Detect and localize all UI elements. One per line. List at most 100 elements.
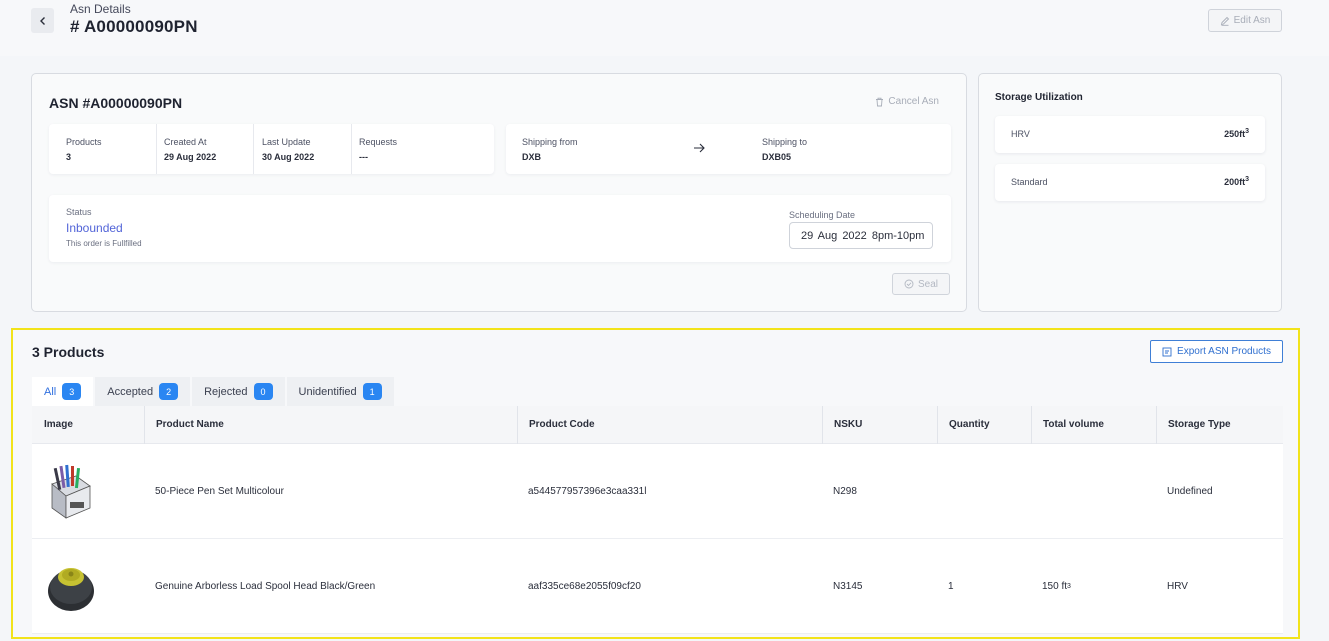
tab-all[interactable]: All 3: [32, 377, 94, 406]
shipping-box: Shipping from DXB Shipping to DXB05: [506, 124, 951, 174]
info-last-update: Last Update 30 Aug 2022: [253, 124, 314, 174]
storage-item-hrv: HRV 250ft3: [995, 116, 1265, 153]
info-value: 29 Aug 2022: [164, 152, 217, 162]
info-label: Last Update: [262, 137, 311, 147]
product-code: aaf335ce68e2055f09cf20: [528, 581, 641, 592]
storage-item-unit-power: 3: [1245, 128, 1249, 135]
back-button[interactable]: [31, 8, 54, 33]
tab-unidentified[interactable]: Unidentified 1: [286, 377, 394, 406]
status-label: Status: [66, 207, 92, 217]
info-label: Requests: [359, 137, 398, 147]
product-volume: 150 ft 3: [1042, 539, 1071, 634]
asn-card: ASN #A00000090PN Cancel Asn Products 3 C…: [31, 73, 967, 312]
product-name: 50-Piece Pen Set Multicolour: [155, 486, 284, 497]
arrow-right-icon: [694, 143, 705, 153]
column-header-nsku: NSKU: [822, 406, 862, 444]
product-tabs: All 3 Accepted 2 Rejected 0 Unidentified…: [32, 377, 394, 406]
table-row[interactable]: Genuine Arborless Load Spool Head Black/…: [32, 539, 1283, 634]
info-products: Products 3: [66, 124, 102, 174]
product-storage-type: Undefined: [1167, 486, 1213, 497]
product-image: [46, 444, 96, 539]
count-badge: 0: [253, 383, 273, 400]
count-badge: 2: [159, 383, 179, 400]
seal-button[interactable]: Seal: [892, 273, 950, 295]
products-title: 3 Products: [32, 344, 105, 360]
status-note: This order is Fullfilled: [66, 239, 142, 248]
table-header: Image Product Name Product Code NSKU Qua…: [32, 406, 1283, 444]
status-box: Status Inbounded This order is Fullfille…: [49, 195, 951, 262]
count-badge: 1: [362, 383, 382, 400]
pencil-icon: [1220, 16, 1229, 26]
column-header-product-name: Product Name: [144, 406, 224, 444]
cancel-asn-label: Cancel Asn: [888, 96, 939, 107]
column-header-product-code: Product Code: [517, 406, 595, 444]
shipping-from: Shipping from DXB: [522, 124, 578, 174]
check-circle-icon: [904, 279, 914, 289]
asn-title: ASN #A00000090PN: [49, 95, 183, 111]
storage-item-amount: 250ft: [1224, 129, 1246, 139]
shipping-to-value: DXB05: [762, 152, 792, 162]
export-icon: [1162, 347, 1172, 356]
cancel-asn-button[interactable]: Cancel Asn: [875, 96, 939, 107]
storage-item-name: Standard: [1011, 177, 1048, 187]
product-code: a544577957396e3caa331l: [528, 486, 647, 497]
storage-item-value: 250ft3: [1224, 128, 1249, 139]
shipping-to: Shipping to DXB05: [762, 124, 807, 174]
product-volume-unit-power: 3: [1067, 583, 1071, 590]
storage-utilization-card: Storage Utilization HRV 250ft3 Standard …: [978, 73, 1282, 312]
storage-title: Storage Utilization: [995, 92, 1083, 103]
tab-label: Unidentified: [298, 385, 357, 398]
export-asn-products-button[interactable]: Export ASN Products: [1150, 340, 1283, 363]
page-title: # A00000090PN: [70, 17, 198, 36]
count-badge: 3: [62, 383, 82, 400]
info-value: 30 Aug 2022: [262, 152, 315, 162]
tab-label: Accepted: [107, 385, 154, 398]
spool-head-thumbnail: [48, 567, 94, 611]
export-label: Export ASN Products: [1177, 346, 1271, 357]
column-header-total-volume: Total volume: [1031, 406, 1104, 444]
product-volume-amount: 150 ft: [1042, 581, 1068, 592]
asn-info-box: Products 3 Created At 29 Aug 2022 Last U…: [49, 124, 494, 174]
scheduling-date-field[interactable]: 29 Aug 2022 8pm-10pm: [789, 222, 933, 249]
product-nsku: N3145: [833, 581, 863, 592]
tab-rejected[interactable]: Rejected 0: [192, 377, 285, 406]
info-created-at: Created At 29 Aug 2022: [156, 124, 216, 174]
info-requests: Requests ---: [351, 124, 397, 174]
pen-set-thumbnail: [51, 464, 91, 519]
edit-asn-label: Edit Asn: [1233, 15, 1271, 26]
scheduling-date-label: Scheduling Date: [789, 210, 856, 220]
storage-item-unit-power: 3: [1245, 176, 1249, 183]
chevron-left-icon: [39, 16, 45, 25]
tab-label: All: [44, 385, 57, 398]
info-value: 3: [66, 152, 72, 162]
product-storage-type: HRV: [1167, 581, 1188, 592]
page-header: Asn Details # A00000090PN Edit Asn: [0, 0, 1329, 56]
breadcrumb: Asn Details: [70, 2, 131, 16]
column-header-storage-type: Storage Type: [1156, 406, 1231, 444]
info-label: Products: [66, 137, 102, 147]
product-nsku: N298: [833, 486, 857, 497]
storage-item-value: 200ft3: [1224, 176, 1249, 187]
info-value: ---: [359, 152, 368, 162]
tab-accepted[interactable]: Accepted 2: [95, 377, 191, 406]
product-quantity: 1: [948, 581, 954, 592]
tab-label: Rejected: [204, 385, 248, 398]
trash-icon: [876, 97, 884, 106]
product-name: Genuine Arborless Load Spool Head Black/…: [155, 581, 376, 592]
info-label: Created At: [164, 137, 207, 147]
table-row[interactable]: 50-Piece Pen Set Multicolour a5445779573…: [32, 444, 1283, 539]
shipping-to-label: Shipping to: [762, 137, 808, 147]
column-header-image: Image: [44, 419, 73, 430]
column-header-quantity: Quantity: [937, 406, 990, 444]
seal-label: Seal: [917, 278, 938, 290]
shipping-from-value: DXB: [522, 152, 542, 162]
storage-item-standard: Standard 200ft3: [995, 164, 1265, 201]
products-section: 3 Products Export ASN Products All 3 Acc…: [11, 328, 1300, 639]
storage-item-name: HRV: [1011, 129, 1030, 139]
products-table: Image Product Name Product Code NSKU Qua…: [32, 406, 1283, 634]
product-image: [46, 539, 96, 634]
shipping-from-label: Shipping from: [522, 137, 578, 147]
edit-asn-button[interactable]: Edit Asn: [1208, 9, 1282, 32]
status-value: Inbounded: [66, 221, 123, 235]
storage-item-amount: 200ft: [1224, 177, 1246, 187]
